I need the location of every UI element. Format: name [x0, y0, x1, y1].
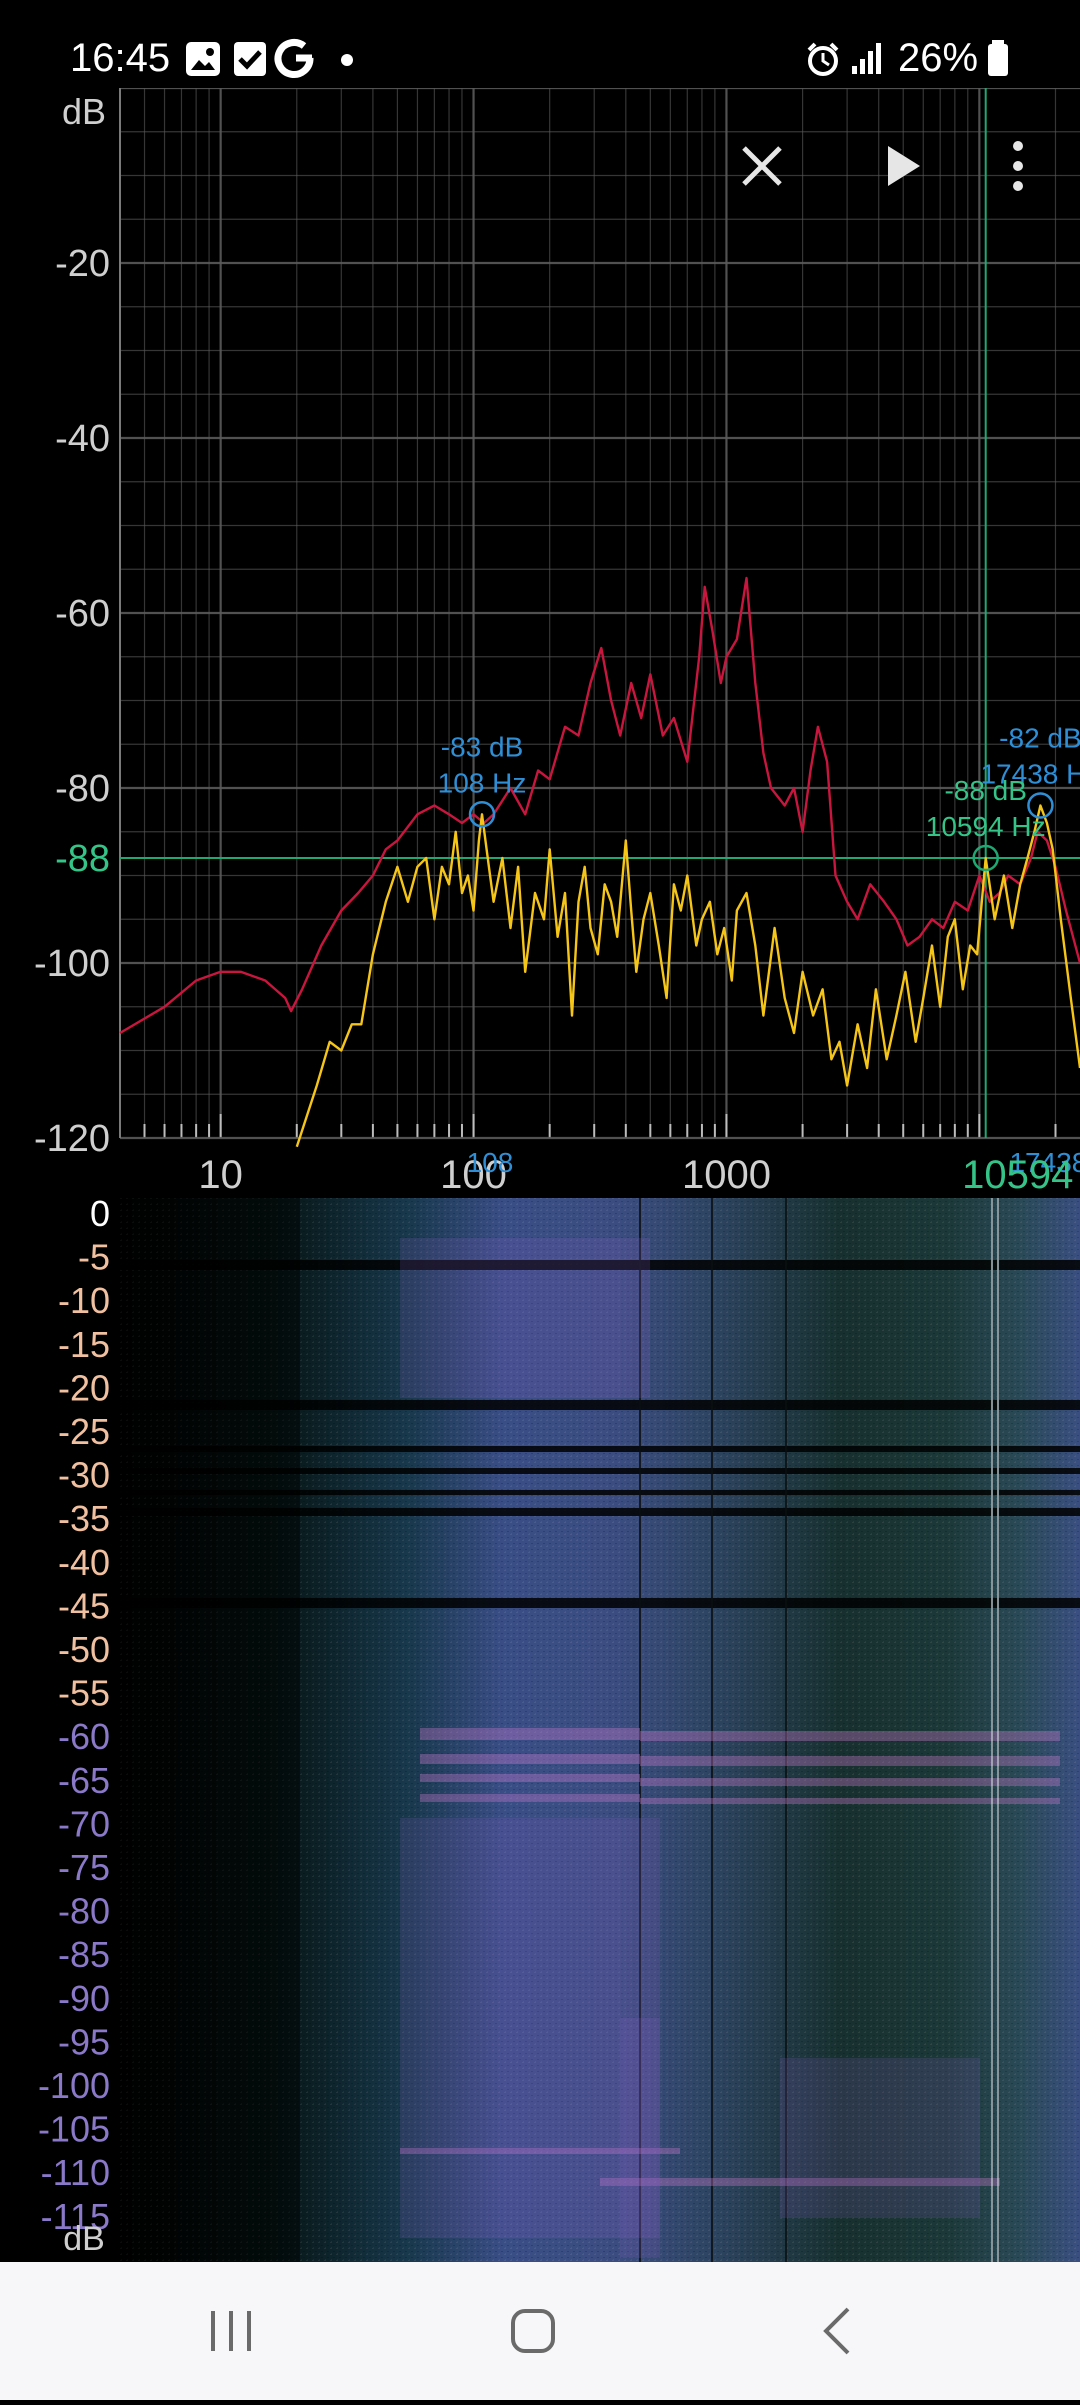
spectrogram[interactable]: 0 -5 -10 -15 -20 -25 -30 -35 -40 -45 -50 -55 -60 -65-…: [0, 1193, 1080, 2262]
navigation-bar: [0, 2262, 1080, 2400]
spectrogram-energy: [620, 2018, 660, 2258]
checkbox-icon: [234, 42, 266, 76]
cursor-y-label: -88: [55, 838, 110, 880]
y-axis-unit: dB: [62, 91, 106, 132]
spectrogram-y-tick: -55: [58, 1673, 110, 1714]
y-tick-label: -80: [55, 768, 110, 810]
spectrogram-y-tick: -35: [58, 1498, 110, 1539]
spectrogram-harmonic: [420, 1728, 640, 1740]
marker-db-label: -82 dB: [999, 723, 1080, 754]
signal-icon: [852, 43, 881, 74]
spectrogram-y-tick: -110: [41, 2152, 110, 2193]
spectrogram-energy: [780, 2058, 980, 2218]
spectrogram-harmonic: [640, 1778, 1060, 1786]
spectrogram-y-tick: -100: [38, 2065, 110, 2106]
spectrogram-y-tick: -15: [58, 1324, 110, 1365]
spectrum-chart[interactable]: -83 dB108 Hz-82 dB17438 Hz-88 dB10594 Hz…: [0, 88, 1080, 1198]
spectrogram-y-tick: -85: [58, 1934, 110, 1975]
y-tick-label: -100: [34, 943, 110, 985]
battery-percent: 26%: [898, 36, 979, 80]
google-icon: [274, 39, 314, 78]
y-tick-label: -40: [55, 418, 110, 460]
spectrogram-harmonic: [640, 1798, 1060, 1804]
play-icon[interactable]: [872, 136, 932, 196]
home-icon[interactable]: [493, 2291, 573, 2371]
status-bar: 16:45 26%: [0, 0, 1080, 88]
alarm-icon: [807, 42, 839, 76]
close-icon[interactable]: [732, 136, 792, 196]
spectrogram-y-tick: -20: [58, 1367, 110, 1408]
more-vert-icon[interactable]: [994, 136, 1042, 196]
spectrogram-y-tick: -40: [58, 1542, 110, 1583]
marker-db-label: -83 dB: [441, 731, 524, 762]
cursor-db-label: -88 dB: [944, 775, 1027, 806]
spectrogram-harmonic: [640, 1731, 1060, 1741]
spectrogram-y-tick: -65: [58, 1760, 110, 1801]
spectrogram-image: 0-5-10-15-20-25-30-35-40-45-50-55-60-65-…: [38, 1193, 1080, 2262]
recents-icon[interactable]: [191, 2291, 271, 2371]
y-tick-label: -120: [34, 1118, 110, 1160]
spectrogram-y-tick: -60: [58, 1716, 110, 1757]
spectrogram-harmonic: [420, 1774, 640, 1782]
back-icon[interactable]: [798, 2291, 878, 2371]
y-tick-label: -60: [55, 593, 110, 635]
marker-x-label: 108: [467, 1147, 514, 1178]
spectrogram-y-tick: -80: [58, 1891, 110, 1932]
spectrogram-y-tick: -90: [58, 1978, 110, 2019]
x-tick-label: 10: [198, 1153, 243, 1197]
spectrogram-harmonic: [640, 1756, 1060, 1766]
spectrogram-y-tick: -45: [58, 1585, 110, 1626]
spectrogram-y-tick: -5: [78, 1237, 110, 1278]
image-icon: [186, 42, 220, 76]
spectrogram-y-tick: -10: [58, 1280, 110, 1321]
spectrogram-y-tick: -70: [58, 1803, 110, 1844]
y-tick-label: -20: [55, 243, 110, 285]
spectrogram-y-tick: -25: [58, 1411, 110, 1452]
spectrogram-harmonic: [420, 1754, 640, 1764]
spectrogram-low-fade: [120, 1198, 300, 2262]
cursor-x-label: 10594: [962, 1153, 1073, 1197]
spectrogram-y-tick: -105: [38, 2109, 110, 2150]
spectrogram-y-tick: -75: [58, 1847, 110, 1888]
battery-icon: [988, 40, 1008, 76]
spectrogram-harmonic: [420, 1794, 640, 1802]
dot-icon: [341, 54, 353, 66]
spectrogram-energy: [400, 1238, 650, 1398]
spectrogram-y-tick: -95: [58, 2021, 110, 2062]
spectrogram-unit: dB: [63, 2220, 105, 2258]
cursor-hz-label: 10594 Hz: [926, 811, 1046, 842]
spectrogram-y-tick: -30: [58, 1455, 110, 1496]
spectrogram-y-axis: 0-5-10-15-20-25-30-35-40-45-50-55-60-65-…: [38, 1193, 110, 2237]
marker-hz-label: 108 Hz: [438, 767, 527, 798]
spectrogram-y-tick: 0: [90, 1198, 110, 1234]
spectrogram-y-tick: -50: [58, 1629, 110, 1670]
x-tick-label: 1000: [682, 1153, 771, 1197]
